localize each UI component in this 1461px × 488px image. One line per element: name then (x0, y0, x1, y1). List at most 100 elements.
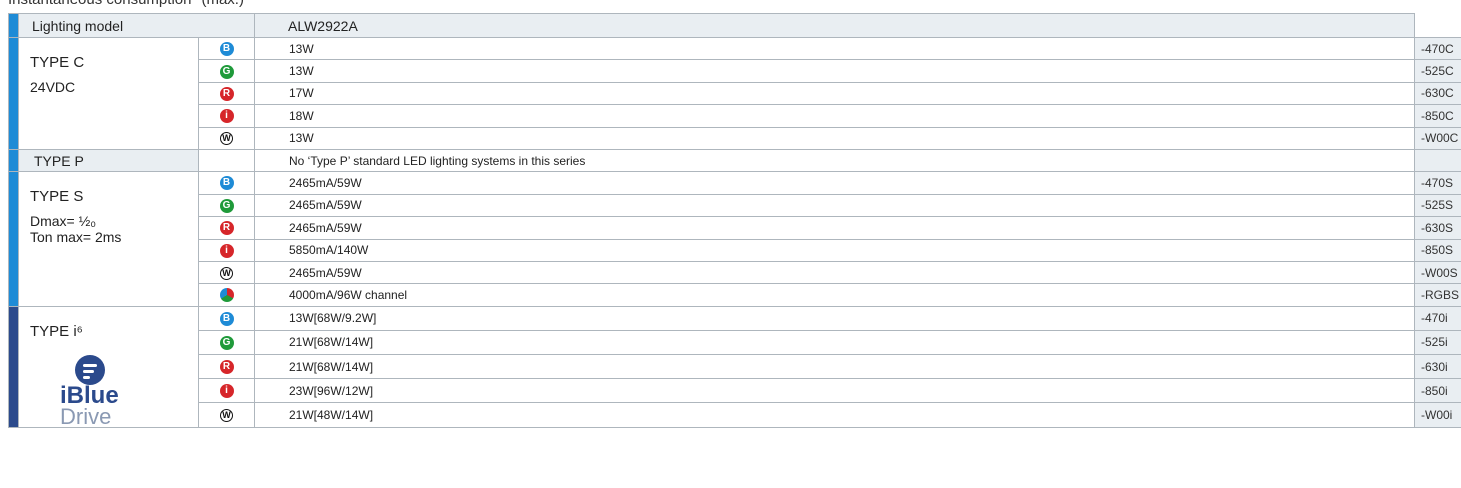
table-row: TYPE S Dmax= ½₀ Ton max= 2ms B 2465mA/59W -47… (8, 171, 1461, 307)
consumption-value: 4000mA/96W channel (254, 283, 1415, 307)
table-row: 4000mA/96W channel -RGBS (9, 283, 1461, 307)
blue-b-icon: B (219, 176, 234, 191)
model-code: -850i (1414, 378, 1461, 404)
type-cell-type_i: TYPE i⁶ iBlue Drive (18, 305, 199, 428)
group-bar (8, 37, 19, 150)
color-icon-cell: G (198, 329, 255, 356)
consumption-value: 21W[68W/14W] (254, 354, 1415, 380)
model-code: -W00C (1414, 126, 1461, 150)
consumption-value: 2465mA/59W (254, 193, 1415, 218)
group-bar (8, 171, 19, 307)
consumption-value: 2465mA/59W (254, 260, 1415, 285)
consumption-value: 23W[96W/12W] (254, 378, 1415, 404)
table-row: G 2465mA/59W -525S (9, 193, 1461, 218)
model-code: -850C (1414, 104, 1461, 128)
consumption-value: 21W[68W/14W] (254, 329, 1415, 356)
model-code: -630i (1414, 354, 1461, 380)
color-icon-cell: i (198, 378, 255, 404)
model-code: -630S (1414, 216, 1461, 240)
type-p-note: No ‘Type P’ standard LED lighting system… (254, 148, 1415, 173)
type-title: TYPE S (30, 188, 84, 206)
model-code: -850S (1414, 238, 1461, 262)
green-g-icon: G (219, 64, 234, 79)
table-row: G 13W -525C (9, 59, 1461, 83)
consumption-value: 17W (254, 81, 1415, 106)
table-caption: Instantaneous consumption* (max.) (8, 0, 244, 8)
type-cell-type_c: TYPE C 24VDC (18, 37, 199, 150)
table-row: i 23W[96W/12W] -850i (9, 378, 1461, 404)
consumption-table: Lighting model ALW2922A TYPE C 24VDC B 13W -47… (8, 13, 1461, 428)
table-row: i 5850mA/140W -850S (9, 238, 1461, 262)
table-row: TYPE C 24VDC B 13W -470C (8, 36, 1461, 150)
color-icon-cell: R (198, 81, 255, 106)
type-title: TYPE i⁶ (30, 322, 83, 340)
consumption-value: 13W[68W/9.2W] (254, 305, 1415, 331)
consumption-value: 13W (254, 36, 1415, 61)
table-row: W 21W[48W/14W] -W00i (9, 402, 1461, 428)
table-row: TYPE P No ‘Type P’ standard LED lighting … (8, 148, 1461, 173)
header-bar (8, 13, 19, 38)
header-row: Lighting model ALW2922A (8, 13, 1461, 38)
type-cell-type_p: TYPE P (18, 148, 199, 173)
consumption-value: 13W (254, 59, 1415, 83)
table-row: W 2465mA/59W -W00S (9, 260, 1461, 285)
color-icon-cell: R (198, 216, 255, 240)
color-icon-cell: B (198, 305, 255, 331)
green-g-icon: G (219, 335, 234, 350)
consumption-value: 21W[48W/14W] (254, 402, 1415, 428)
red-i-icon: i (219, 384, 234, 399)
ibluedrive-logo-icon (75, 354, 105, 385)
type-cell-type_s: TYPE S Dmax= ½₀ Ton max= 2ms (18, 171, 199, 307)
model-code: -525i (1414, 329, 1461, 356)
red-r-icon: R (219, 221, 234, 236)
model-code: -470C (1414, 36, 1461, 61)
color-icon-cell: W (198, 126, 255, 150)
consumption-value: 2465mA/59W (254, 216, 1415, 240)
color-icon-cell: i (198, 104, 255, 128)
table-row: TYPE i⁶ iBlue Drive B 13W[68W/9.2W] -470i (8, 305, 1461, 428)
consumption-value: 2465mA/59W (254, 171, 1415, 195)
color-icon-cell: i (198, 238, 255, 262)
model-code: -630C (1414, 81, 1461, 106)
consumption-value: 5850mA/140W (254, 238, 1415, 262)
white-w-icon: W (220, 132, 233, 146)
color-icon-cell: B (198, 171, 255, 195)
brand-text-drive: Drive (60, 403, 112, 428)
table-row: R 2465mA/59W -630S (9, 216, 1461, 240)
consumption-value: 18W (254, 104, 1415, 128)
table-row: i 18W -850C (9, 104, 1461, 128)
blue-b-icon: B (219, 311, 234, 326)
white-w-icon: W (220, 409, 233, 423)
white-w-icon: W (220, 266, 233, 280)
color-icon-cell: G (198, 193, 255, 218)
green-g-icon: G (219, 198, 234, 213)
table-row: R 17W -630C (9, 81, 1461, 106)
blue-b-icon: B (219, 42, 234, 57)
model-code: -RGBS (1414, 283, 1461, 307)
color-icon-cell: W (198, 402, 255, 428)
red-r-icon: R (219, 86, 234, 101)
model-code: -470S (1414, 171, 1461, 195)
model-code: -525C (1414, 59, 1461, 83)
color-icon-cell: R (198, 354, 255, 380)
model-code: -W00i (1414, 402, 1461, 428)
type-title: TYPE C (30, 54, 85, 71)
color-icon-cell: B (198, 36, 255, 61)
header-label: Lighting model (18, 13, 255, 38)
model-code: -525S (1414, 193, 1461, 218)
model-code: -W00S (1414, 260, 1461, 285)
group-bar (8, 148, 19, 173)
red-i-icon: i (219, 243, 234, 258)
table-row: W 13W -W00C (9, 126, 1461, 150)
type-subtitle: 24VDC (30, 79, 76, 95)
color-icon-cell (198, 283, 255, 307)
consumption-value: 13W (254, 126, 1415, 150)
duty-max: Dmax= ½₀ (30, 213, 97, 230)
red-i-icon: i (219, 109, 234, 124)
rgb-icon (219, 288, 234, 303)
color-icon-cell: W (198, 260, 255, 285)
group-bar (8, 305, 19, 428)
table-row: G 21W[68W/14W] -525i (9, 329, 1461, 356)
model-code: -470i (1414, 305, 1461, 331)
header-model: ALW2922A (254, 13, 1415, 38)
